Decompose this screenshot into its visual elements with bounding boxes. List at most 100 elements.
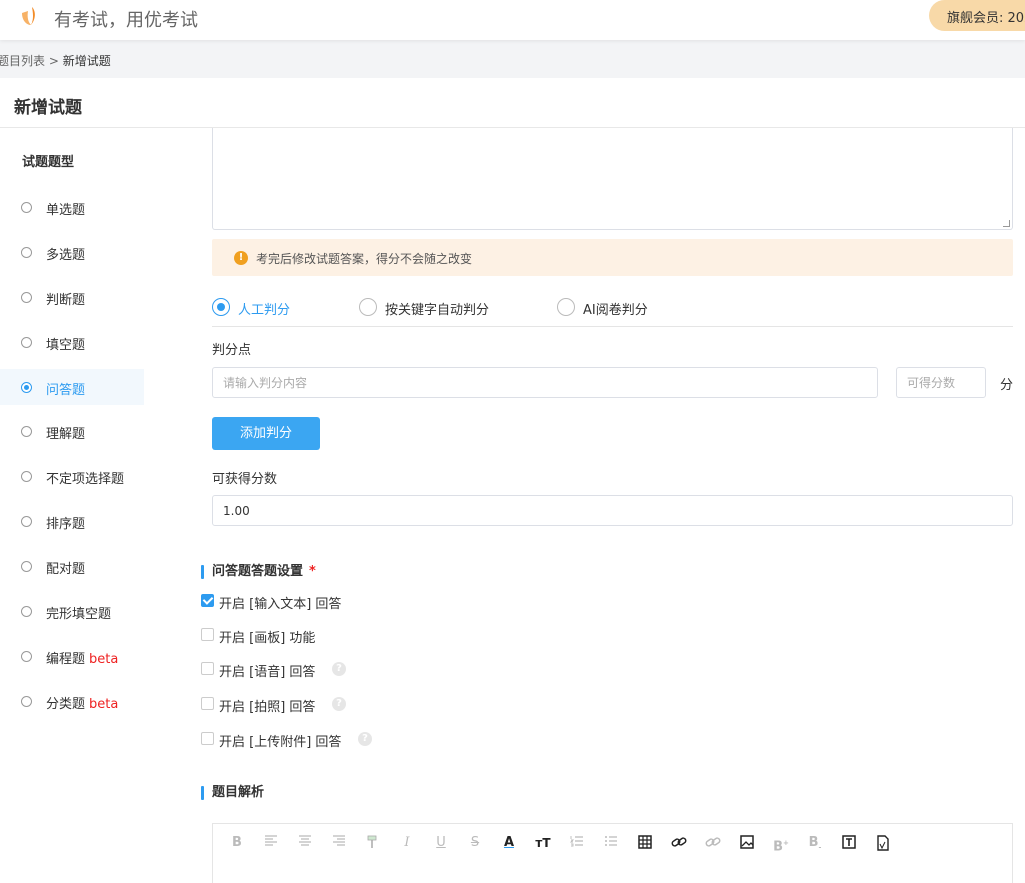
checkbox-icon[interactable]	[201, 697, 214, 710]
superscript-icon[interactable]: B+	[772, 834, 790, 854]
radio-icon[interactable]	[21, 561, 32, 572]
radio-icon[interactable]	[21, 337, 32, 348]
underline-icon[interactable]: U	[432, 834, 450, 852]
radio-icon[interactable]	[359, 298, 377, 316]
answer-settings-title: 问答题答题设置 *	[201, 564, 316, 580]
radio-icon[interactable]	[21, 471, 32, 482]
type-item-classification[interactable]: 分类题 beta	[0, 683, 144, 719]
strikethrough-icon[interactable]: S	[466, 834, 484, 852]
help-icon[interactable]: ?	[332, 697, 346, 711]
link-icon[interactable]	[670, 834, 688, 852]
radio-icon[interactable]	[21, 426, 32, 437]
score-unit-label: 分	[1000, 378, 1014, 393]
subscript-icon[interactable]: B-	[806, 834, 824, 852]
type-item-true-false[interactable]: 判断题	[0, 279, 144, 315]
type-item-multiple-choice[interactable]: 多选题	[0, 234, 144, 270]
radio-icon[interactable]	[21, 202, 32, 213]
obtainable-score-label: 可获得分数	[212, 472, 278, 487]
type-label: 问答题	[46, 383, 86, 398]
radio-selected-icon[interactable]	[21, 382, 32, 393]
answer-textarea[interactable]	[212, 128, 1013, 230]
radio-icon[interactable]	[21, 651, 32, 662]
bold-icon[interactable]: B	[228, 834, 246, 852]
align-left-icon[interactable]	[262, 834, 280, 852]
font-size-icon[interactable]: тT	[534, 834, 552, 852]
breadcrumb-separator: >	[45, 54, 63, 68]
analysis-title-text: 题目解析	[212, 785, 265, 800]
breadcrumb: 题目列表 > 新增试题	[0, 52, 111, 69]
scoring-content-input[interactable]	[212, 367, 878, 398]
type-label: 编程题	[46, 652, 86, 667]
checkbox-icon[interactable]	[201, 628, 214, 641]
page-header: 新增试题	[0, 78, 1025, 128]
radio-icon[interactable]	[21, 292, 32, 303]
scoring-score-input[interactable]	[896, 367, 986, 398]
type-item-indefinite-choice[interactable]: 不定项选择题	[0, 458, 144, 494]
text-box-icon[interactable]	[840, 834, 858, 852]
divider	[212, 326, 1013, 327]
table-icon[interactable]	[636, 834, 654, 852]
grading-option-label: 人工判分	[238, 303, 291, 318]
breadcrumb-bar: 题目列表 > 新增试题	[0, 40, 1025, 78]
radio-icon[interactable]	[21, 516, 32, 527]
type-label: 分类题	[46, 697, 86, 712]
type-item-matching[interactable]: 配对题	[0, 548, 144, 584]
grading-option-label: 按关键字自动判分	[385, 303, 490, 318]
align-right-icon[interactable]	[330, 834, 348, 852]
type-label: 完形填空题	[46, 607, 112, 622]
type-label: 排序题	[46, 517, 86, 532]
help-icon[interactable]: ?	[332, 662, 346, 676]
analysis-editor[interactable]: B I U S A тT B+ B-	[212, 823, 1013, 883]
checkbox-icon[interactable]	[201, 732, 214, 745]
add-scoring-point-button[interactable]: 添加判分	[212, 417, 320, 450]
warning-icon: !	[234, 251, 248, 265]
type-item-single-choice[interactable]: 单选题	[0, 189, 144, 225]
align-center-icon[interactable]	[296, 834, 314, 852]
resize-handle-icon[interactable]	[1003, 220, 1010, 227]
sidebar-title: 试题题型	[22, 155, 75, 170]
grading-option-label: AI阅卷判分	[583, 303, 648, 318]
radio-selected-icon[interactable]	[212, 298, 230, 316]
format-painter-icon[interactable]	[364, 834, 382, 852]
radio-icon[interactable]	[21, 247, 32, 258]
type-item-comprehension[interactable]: 理解题	[0, 413, 144, 449]
answer-settings-title-text: 问答题答题设置	[212, 564, 304, 579]
brand-logo-icon[interactable]	[18, 5, 40, 27]
beta-tag: beta	[89, 652, 119, 667]
unordered-list-icon[interactable]	[602, 834, 620, 852]
type-item-programming[interactable]: 编程题 beta	[0, 638, 144, 674]
type-label: 单选题	[46, 203, 86, 218]
radio-icon[interactable]	[21, 696, 32, 707]
top-bar: 有考试，用优考试 旗舰会员: 202	[0, 0, 1025, 40]
help-icon[interactable]: ?	[358, 732, 372, 746]
type-item-ordering[interactable]: 排序题	[0, 503, 144, 539]
font-color-icon[interactable]: A	[500, 834, 518, 852]
checkbox-label: 开启 [拍照] 回答	[219, 700, 316, 715]
radio-icon[interactable]	[557, 298, 575, 316]
brand-slogan: 有考试，用优考试	[54, 10, 198, 31]
breadcrumb-link-question-list[interactable]: 题目列表	[0, 54, 45, 68]
type-label: 判断题	[46, 293, 86, 308]
type-label: 不定项选择题	[46, 472, 125, 487]
unlink-icon[interactable]	[704, 834, 722, 852]
image-icon[interactable]	[738, 834, 756, 852]
type-label: 填空题	[46, 338, 86, 353]
checkbox-checked-icon[interactable]	[201, 594, 214, 607]
radio-icon[interactable]	[21, 606, 32, 617]
checkbox-label: 开启 [上传附件] 回答	[219, 735, 342, 750]
obtainable-score-input[interactable]	[212, 495, 1013, 526]
required-mark: *	[309, 564, 316, 579]
analysis-title: 题目解析	[201, 785, 264, 801]
page-title: 新增试题	[14, 98, 82, 118]
type-item-essay[interactable]: 问答题	[0, 369, 144, 405]
question-type-sidebar: 试题题型 单选题 多选题 判断题 填空题 问答题 理解题 不定项选择题 排序题 …	[0, 128, 160, 877]
type-label: 配对题	[46, 562, 86, 577]
type-item-cloze[interactable]: 完形填空题	[0, 593, 144, 629]
italic-icon[interactable]: I	[398, 834, 416, 852]
checkbox-icon[interactable]	[201, 662, 214, 675]
member-badge[interactable]: 旗舰会员: 202	[929, 0, 1025, 31]
type-item-fill-blank[interactable]: 填空题	[0, 324, 144, 360]
scoring-points-label: 判分点	[212, 343, 252, 358]
formula-file-icon[interactable]	[874, 834, 892, 852]
ordered-list-icon[interactable]	[568, 834, 586, 852]
